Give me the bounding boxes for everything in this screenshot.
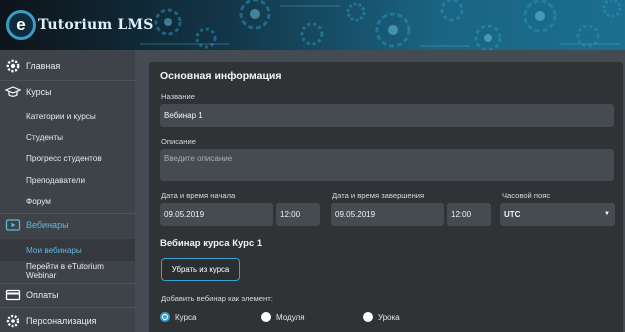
radio-checked-icon[interactable] — [160, 312, 170, 322]
description-placeholder: Введите описание — [164, 154, 233, 163]
radio-unchecked-icon[interactable] — [363, 312, 373, 322]
sidebar-item-students[interactable]: Студенты — [0, 126, 135, 148]
sidebar-item-personalization[interactable]: Персонализация — [0, 310, 135, 332]
logo-text: Tutorium LMS — [38, 17, 154, 33]
timezone-value: UTC — [504, 210, 521, 219]
sidebar-item-label: Оплаты — [26, 290, 59, 300]
page-title: Основная информация — [160, 70, 282, 82]
course-section-title: Вебинар курса Курс 1 — [160, 238, 263, 249]
name-input[interactable]: Вебинар 1 — [160, 104, 614, 127]
sidebar-item-label: Вебинары — [26, 220, 69, 230]
remove-from-course-button[interactable]: Убрать из курса — [161, 258, 240, 281]
sidebar-item-go-webinar[interactable]: Перейти в eTutorium Webinar — [0, 260, 135, 282]
sidebar-item-payments[interactable]: Оплаты — [0, 284, 135, 306]
play-icon — [5, 219, 21, 231]
radio-lesson[interactable]: Урока — [363, 312, 400, 322]
name-input-value: Вебинар 1 — [164, 111, 203, 120]
sidebar-item-my-webinars[interactable]: Мои вебинары — [0, 239, 135, 261]
sidebar-item-courses[interactable]: Курсы — [0, 81, 135, 103]
sidebar-item-label: Персонализация — [26, 316, 97, 326]
sidebar-item-label: Мои вебинары — [26, 245, 82, 255]
radio-label: Модуля — [276, 312, 305, 322]
sidebar-item-home[interactable]: Главная — [0, 55, 135, 77]
radio-label: Курса — [175, 312, 197, 322]
sidebar-item-label: Преподаватели — [26, 175, 86, 185]
start-time-input[interactable]: 12:00 — [276, 203, 320, 226]
sidebar-item-teachers[interactable]: Преподаватели — [0, 169, 135, 191]
sidebar-item-label: Прогресс студентов — [26, 153, 102, 163]
sidebar-item-label: Главная — [26, 61, 61, 71]
end-time-input[interactable]: 12:00 — [447, 203, 491, 226]
timezone-label: Часовой пояс — [502, 191, 551, 200]
end-time-value: 12:00 — [451, 210, 472, 219]
start-datetime-label: Дата и время начала — [161, 191, 236, 200]
sidebar-item-progress[interactable]: Прогресс студентов — [0, 147, 135, 169]
start-date-input[interactable]: 09.05.2019 — [160, 203, 273, 226]
sidebar-item-label: Курсы — [26, 87, 52, 97]
sidebar: Главная Курсы Категории и курсы Студенты… — [0, 50, 135, 332]
radio-unchecked-icon[interactable] — [261, 312, 271, 322]
end-date-value: 09.05.2019 — [335, 210, 376, 219]
sidebar-item-forum[interactable]: Форум — [0, 190, 135, 212]
description-textarea[interactable]: Введите описание — [160, 149, 614, 181]
radio-label: Урока — [378, 312, 400, 322]
graduation-cap-icon — [5, 86, 21, 97]
divider — [0, 307, 135, 308]
credit-card-icon — [5, 289, 21, 301]
radio-module[interactable]: Модуля — [261, 312, 305, 322]
radio-course[interactable]: Курса — [160, 312, 196, 322]
gear-icon — [6, 59, 20, 73]
sidebar-item-webinars[interactable]: Вебинары — [0, 214, 135, 236]
logo-mark: e — [6, 10, 36, 40]
sidebar-item-categories[interactable]: Категории и курсы — [0, 105, 135, 127]
sidebar-item-label: Перейти в eTutorium Webinar — [26, 262, 104, 280]
timezone-select[interactable]: UTC ▼ — [500, 203, 615, 226]
description-label: Описание — [161, 137, 196, 146]
logo[interactable]: e Tutorium LMS — [6, 10, 154, 40]
name-label: Название — [161, 92, 195, 101]
sidebar-item-label: Форум — [26, 196, 51, 206]
webinar-form-panel: Основная информация Название Вебинар 1 О… — [149, 62, 623, 332]
settings-icon — [6, 314, 20, 328]
sidebar-item-label: Категории и курсы — [26, 111, 96, 121]
end-date-input[interactable]: 09.05.2019 — [331, 203, 444, 226]
add-as-element-label: Добавить вебинар как элемент: — [161, 294, 273, 303]
sidebar-item-label: Студенты — [26, 132, 64, 142]
start-date-value: 09.05.2019 — [164, 210, 205, 219]
chevron-down-icon: ▼ — [604, 211, 610, 217]
app-header: e Tutorium LMS — [0, 0, 625, 50]
end-datetime-label: Дата и время завершения — [332, 191, 425, 200]
start-time-value: 12:00 — [280, 210, 301, 219]
